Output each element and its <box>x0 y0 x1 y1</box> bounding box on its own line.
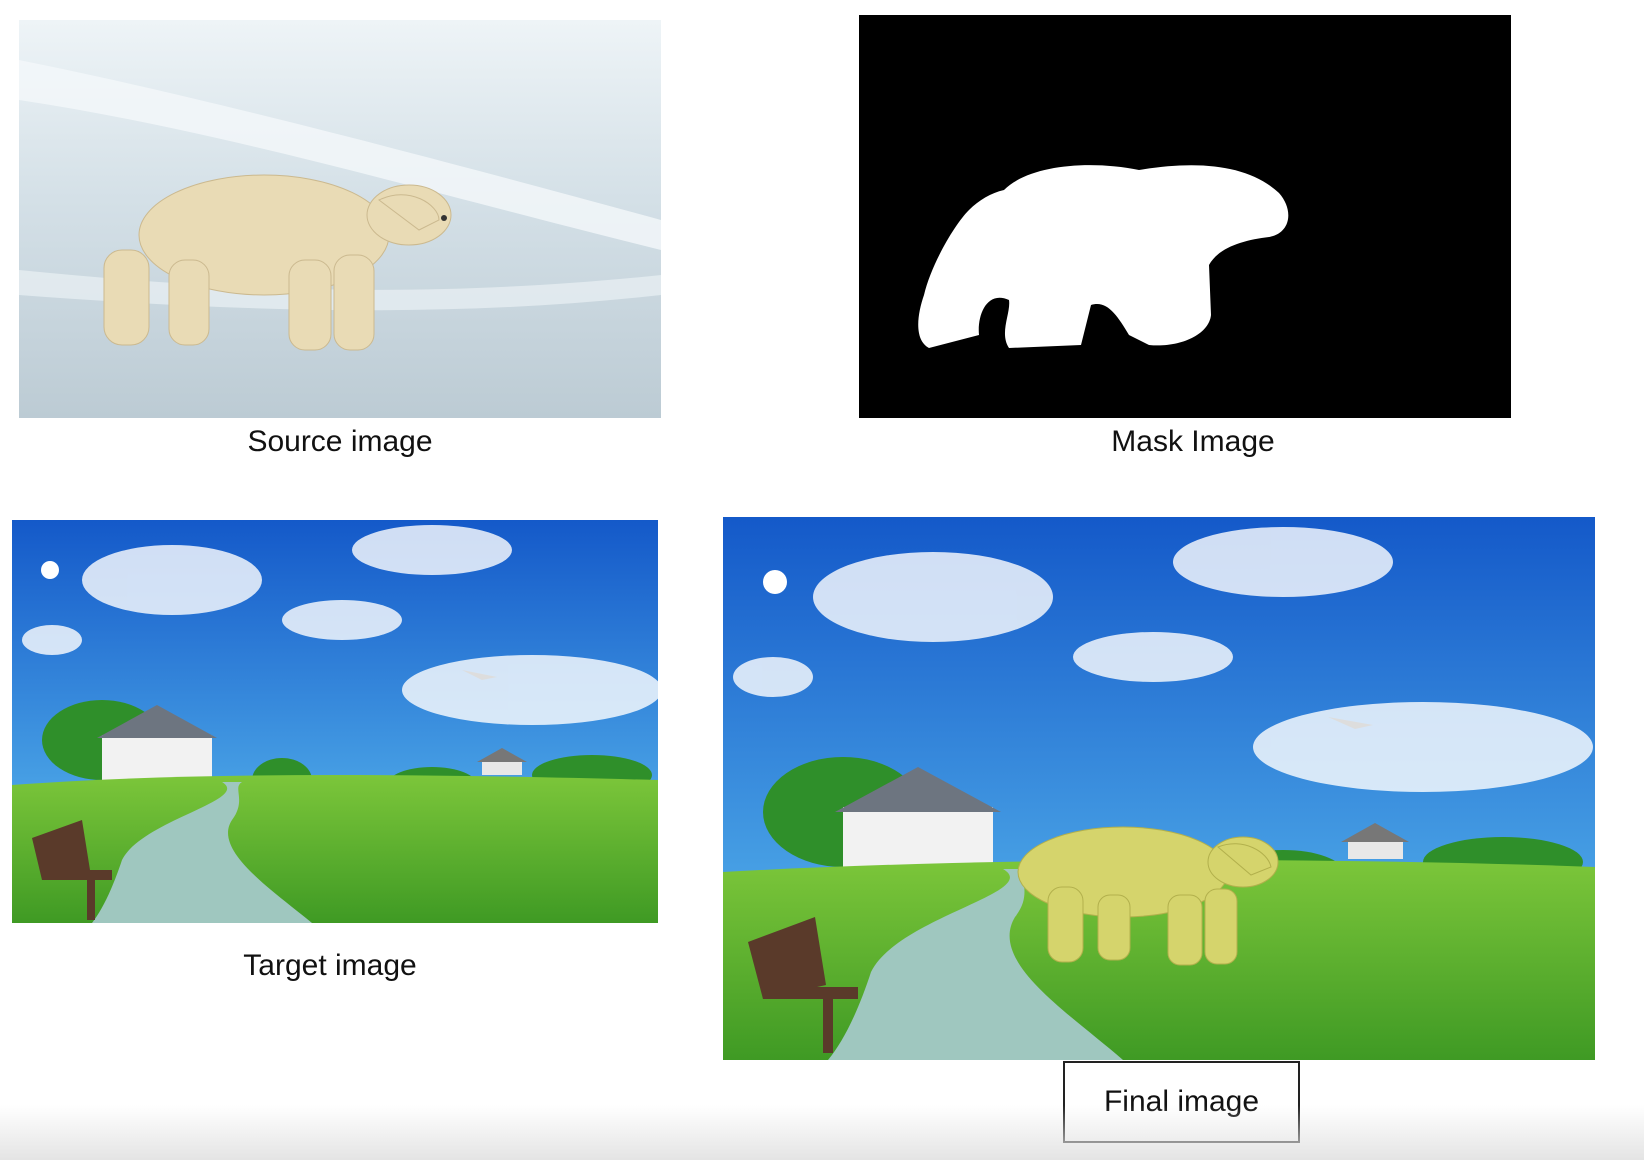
mask-image <box>859 15 1511 418</box>
final-image <box>723 517 1595 1060</box>
mask-image-drawing <box>859 15 1511 418</box>
target-image-caption: Target image <box>243 949 417 982</box>
target-image <box>12 520 658 923</box>
final-image-drawing <box>723 517 1595 1060</box>
target-image-drawing <box>12 520 658 923</box>
source-image-drawing <box>19 20 661 418</box>
figure-page: Source image Mask Image Target image Fin… <box>0 0 1644 1160</box>
mask-image-caption: Mask Image <box>1111 425 1275 458</box>
bottom-shadow <box>0 1105 1644 1160</box>
source-image <box>19 20 661 418</box>
source-image-caption: Source image <box>247 425 433 458</box>
